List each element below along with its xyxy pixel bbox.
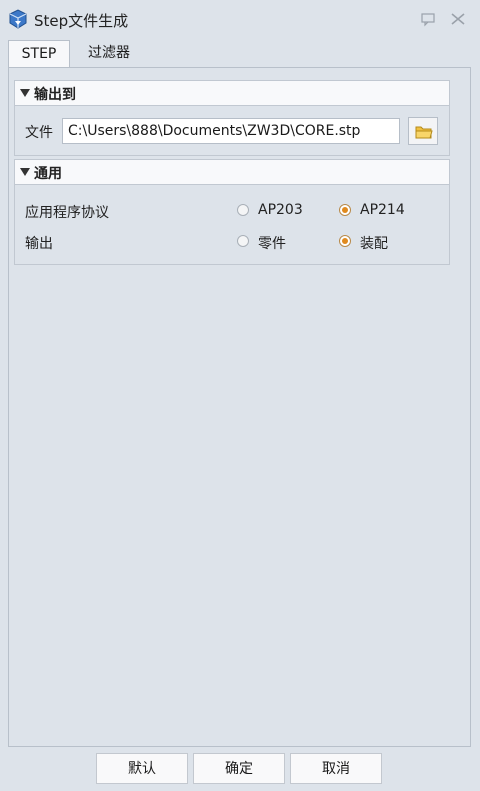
output-group: 输出到 文件 xyxy=(14,80,450,156)
radio-ap203-label[interactable]: AP203 xyxy=(258,202,303,218)
general-group-header[interactable]: 通用 xyxy=(15,160,449,185)
title-bar: Step文件生成 xyxy=(0,0,480,38)
folder-icon xyxy=(415,126,433,139)
chat-icon[interactable] xyxy=(420,11,436,27)
tab-step[interactable]: STEP xyxy=(8,40,70,69)
default-button[interactable]: 默认 xyxy=(96,753,188,784)
general-group-title: 通用 xyxy=(34,166,62,182)
ok-button[interactable]: 确定 xyxy=(193,753,285,784)
radio-ap214[interactable] xyxy=(339,204,351,216)
radio-assembly-label[interactable]: 装配 xyxy=(360,233,388,253)
output-group-title: 输出到 xyxy=(34,87,76,103)
file-path-input[interactable] xyxy=(62,118,400,144)
cancel-button[interactable]: 取消 xyxy=(290,753,382,784)
output-label: 输出 xyxy=(25,236,53,252)
app-icon xyxy=(8,8,28,30)
radio-part[interactable] xyxy=(237,235,249,247)
close-icon[interactable] xyxy=(450,11,466,27)
tab-filter[interactable]: 过滤器 xyxy=(74,40,144,67)
protocol-label: 应用程序协议 xyxy=(25,205,109,221)
radio-part-label[interactable]: 零件 xyxy=(258,233,286,253)
window-title: Step文件生成 xyxy=(34,12,129,30)
output-group-header[interactable]: 输出到 xyxy=(15,81,449,106)
radio-ap214-label[interactable]: AP214 xyxy=(360,202,405,218)
file-label: 文件 xyxy=(25,125,53,141)
radio-ap203[interactable] xyxy=(237,204,249,216)
radio-assembly[interactable] xyxy=(339,235,351,247)
general-group: 通用 应用程序协议 AP203 AP214 输出 零件 装配 xyxy=(14,159,450,265)
collapse-triangle-icon xyxy=(20,168,30,176)
browse-folder-button[interactable] xyxy=(408,117,438,145)
collapse-triangle-icon xyxy=(20,89,30,97)
